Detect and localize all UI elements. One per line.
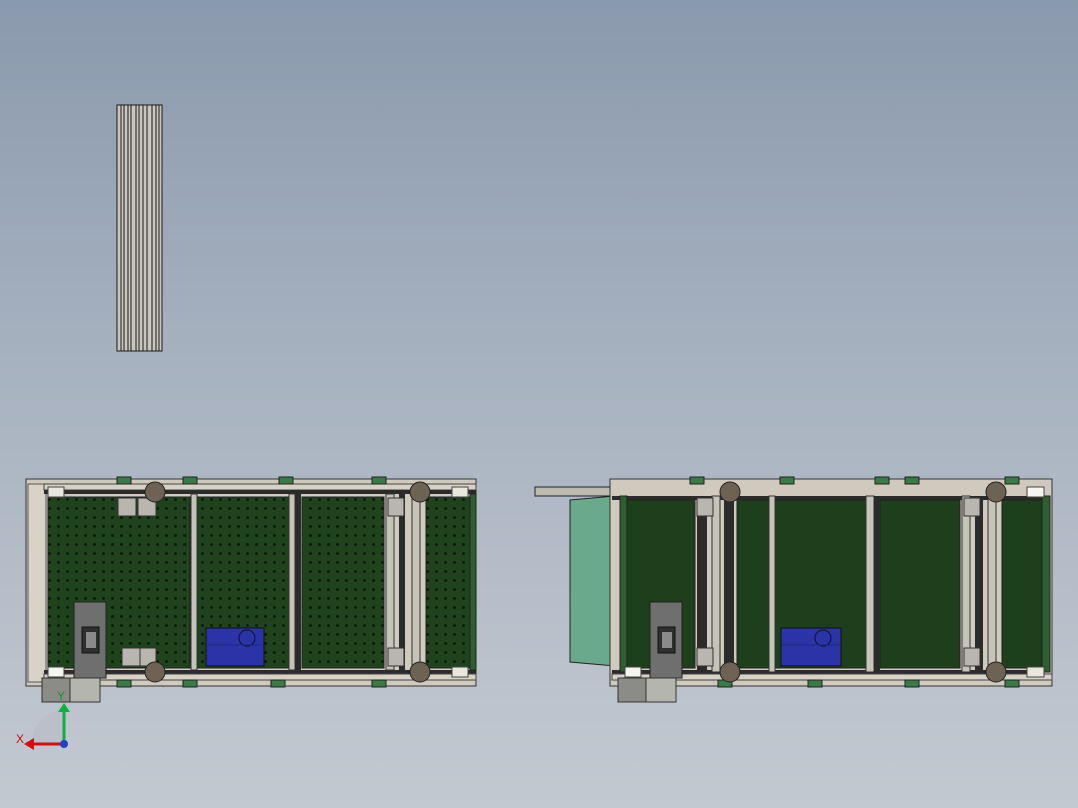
y-axis-label: Y <box>57 689 66 703</box>
coordinate-triad <box>10 700 80 760</box>
triad-graphic <box>24 703 70 750</box>
x-axis-label: X <box>16 732 25 746</box>
conveyor-top-view-plain[interactable] <box>0 0 1078 808</box>
cad-viewport[interactable]: X Y <box>0 0 1078 808</box>
